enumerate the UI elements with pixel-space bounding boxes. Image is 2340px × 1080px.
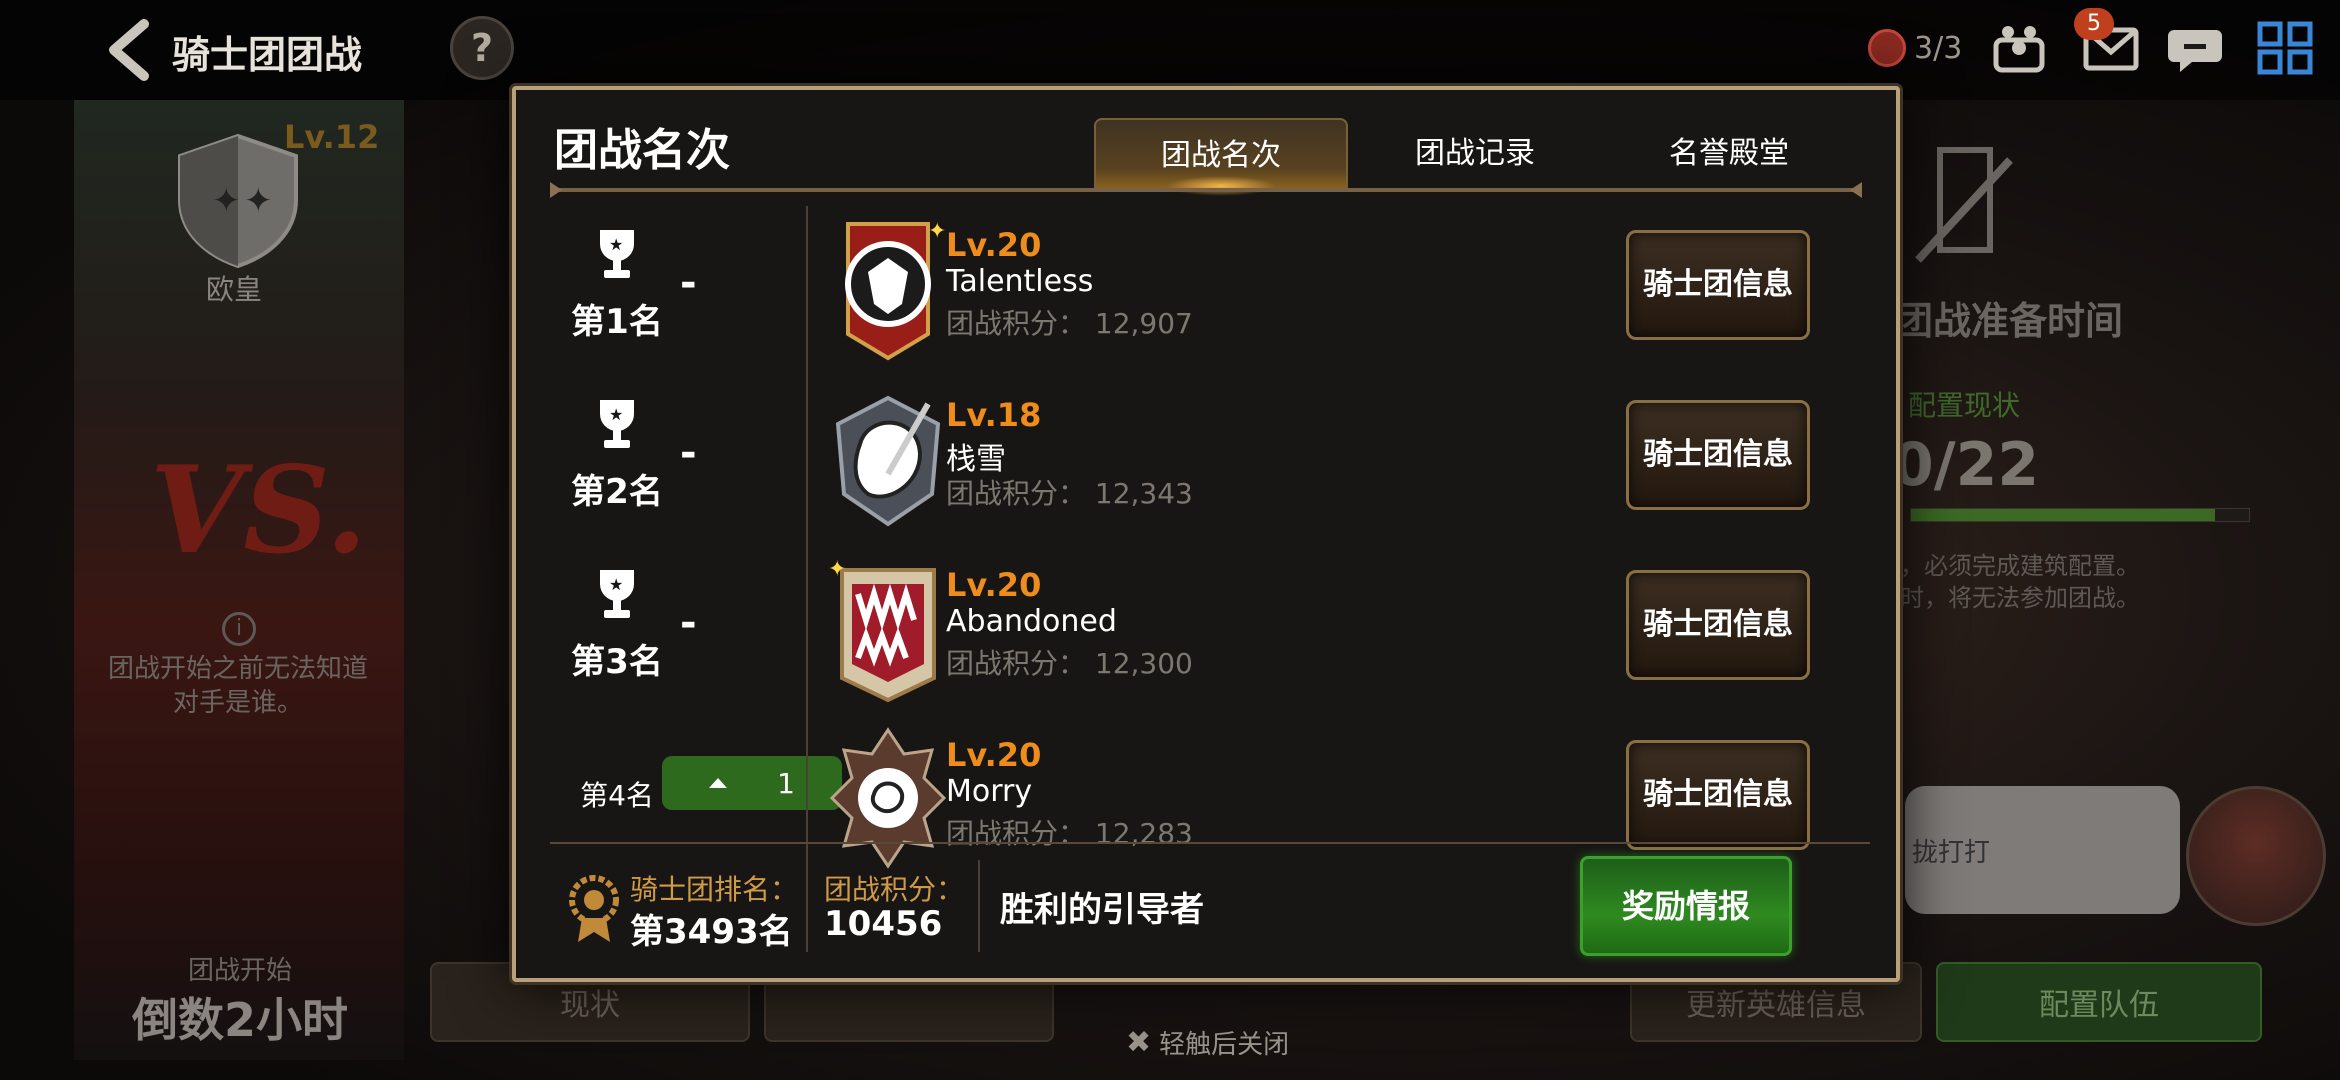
close-hint-text: 轻触后关闭 <box>1159 1030 1290 1060</box>
score-value: 10456 <box>824 904 943 944</box>
svg-text:✦: ✦ <box>244 181 273 221</box>
rank-label: 第3名 <box>571 642 663 682</box>
countdown-value: 倒数2小时 <box>131 993 348 1047</box>
svg-text:✦: ✦ <box>212 181 241 221</box>
sword-shield-emblem-icon <box>835 395 941 527</box>
row-divider <box>806 206 808 376</box>
rank-label: 第2名 <box>571 472 663 512</box>
guild-name: Abandoned <box>946 604 1117 639</box>
guild-name: Talentless <box>946 264 1094 299</box>
deploy-progress-fill <box>1911 509 2216 521</box>
ranking-row: ★ 第3名 - ✦ Lv.20 Abandoned 团战积分： 12,300 骑… <box>550 546 1870 716</box>
menu-grid-icon[interactable] <box>2256 20 2314 76</box>
info-icon: i <box>222 612 256 646</box>
page-title: 骑士团团战 <box>172 33 363 77</box>
deploy-count: 0/22 <box>1892 430 2040 500</box>
footer-divider-1 <box>806 860 808 952</box>
guild-level: Lv.20 <box>946 226 1042 264</box>
ticket-icon <box>1868 29 1906 67</box>
top-bar: 骑士团团战 ? 3/3 5 <box>0 0 2340 100</box>
castle-sword-icon <box>1915 147 2013 263</box>
deploy-progress-bar <box>1910 508 2250 522</box>
update-heroes-label: 更新英雄信息 <box>1686 988 1866 1023</box>
modal-footer: 骑士团排名： 第3493名 团战积分： 10456 胜利的引导者 奖励情报 <box>550 842 1870 972</box>
active-tab-glow <box>1166 176 1276 196</box>
opponent-note: 团战开始之前无法知道对手是谁。 <box>108 654 369 718</box>
chat-text: 拢打打 <box>1912 838 1991 868</box>
svg-text:✦: ✦ <box>928 219 946 244</box>
guild-level: Lv.18 <box>946 396 1042 434</box>
countdown-label: 团战开始 <box>187 956 292 986</box>
back-arrow-icon[interactable] <box>100 18 160 82</box>
tap-to-close-hint[interactable]: ✖ 轻触后关闭 <box>1126 1024 1289 1061</box>
deploy-note: ，必须完成建筑配置。 时，将无法参加团战。 <box>1900 552 2140 612</box>
mail-badge: 5 <box>2074 8 2114 40</box>
chat-icon[interactable] <box>2166 20 2224 76</box>
guild-info-button[interactable]: 骑士团信息 <box>1626 400 1810 510</box>
guild-info-button[interactable]: 骑士团信息 <box>1626 230 1810 340</box>
fang-emblem-icon: ✦ <box>828 557 936 703</box>
trophy-icon: ★ <box>600 570 634 618</box>
footer-divider-2 <box>978 860 980 952</box>
left-guild-name: 欧皇 <box>206 273 263 306</box>
ticket-count: 3/3 <box>1914 30 1963 66</box>
deploy-team-button[interactable]: 配置队伍 <box>1936 962 2262 1042</box>
guild-score: 团战积分： 12,343 <box>946 477 1193 510</box>
ranking-row: ★ 第1名 - ✦ Lv.20 Talentless 团战积分： 12,907 … <box>550 206 1870 376</box>
arrow-up-icon <box>709 778 728 788</box>
ranking-list[interactable]: ★ 第1名 - ✦ Lv.20 Talentless 团战积分： 12,907 … <box>550 206 1870 920</box>
hero-avatar[interactable] <box>2186 786 2326 926</box>
guild-info-button[interactable]: 骑士团信息 <box>1626 570 1810 680</box>
row-divider <box>806 376 808 546</box>
rank-change: - <box>680 600 697 646</box>
rank-up-value: 1 <box>777 766 795 800</box>
trophy-icon: ★ <box>600 230 634 278</box>
tab-records[interactable]: 团战记录 <box>1348 118 1602 190</box>
ticket-counter: 3/3 <box>1868 24 1962 72</box>
modal-title: 团战名次 <box>554 125 730 176</box>
footer-divider <box>550 842 1870 844</box>
guild-name: Morry <box>946 774 1033 809</box>
svg-text:✦: ✦ <box>828 557 846 582</box>
guild-members-icon[interactable] <box>1990 20 2048 76</box>
guild-info-button[interactable]: 骑士团信息 <box>1626 740 1810 850</box>
title-divider <box>550 182 1862 198</box>
svg-text:★: ★ <box>609 235 623 254</box>
guild-score: 团战积分： 12,907 <box>946 307 1193 340</box>
guild-score: 团战积分： 12,300 <box>946 647 1193 680</box>
deploy-team-label: 配置队伍 <box>2039 988 2159 1023</box>
guild-level: Lv.20 <box>946 566 1042 604</box>
close-icon: ✖ <box>1126 1025 1152 1060</box>
row-divider <box>806 546 808 716</box>
svg-text:★: ★ <box>609 405 623 424</box>
reward-info-button[interactable]: 奖励情报 <box>1580 856 1792 956</box>
help-button[interactable]: ? <box>450 16 514 80</box>
score-label: 团战积分： <box>824 873 965 906</box>
rank-change: - <box>680 260 697 306</box>
svg-text:★: ★ <box>609 575 623 594</box>
guild-title: 胜利的引导者 <box>1000 890 1204 930</box>
medal-icon <box>569 875 619 942</box>
tab-hall-of-fame[interactable]: 名誉殿堂 <box>1602 118 1856 190</box>
guild-level: Lv.20 <box>946 736 1042 774</box>
status-button-label: 现状 <box>560 988 620 1023</box>
rank-up-badge: 1 <box>662 756 842 810</box>
prep-time-title: 团战准备时间 <box>1895 299 2124 343</box>
trophy-icon: ★ <box>600 400 634 448</box>
red-lion-emblem-icon: ✦ <box>845 219 946 361</box>
ranking-modal: 团战名次 团战名次 团战记录 名誉殿堂 ★ 第1名 - ✦ Lv.20 Tale… <box>512 86 1900 982</box>
guild-shield-icon: ✦ ✦ <box>178 133 298 269</box>
vs-mark: VS. <box>150 440 368 581</box>
guild-rank-value: 第3493名 <box>630 912 793 952</box>
guild-rank-label: 骑士团排名： <box>630 873 799 906</box>
deploy-status-label: 配置现状 <box>1908 389 2021 422</box>
rank-change: - <box>680 430 697 476</box>
rank-label: 第1名 <box>571 302 663 342</box>
ranking-row: ★ 第2名 - Lv.18 栈雪 团战积分： 12,343 骑士团信息 <box>550 376 1870 546</box>
